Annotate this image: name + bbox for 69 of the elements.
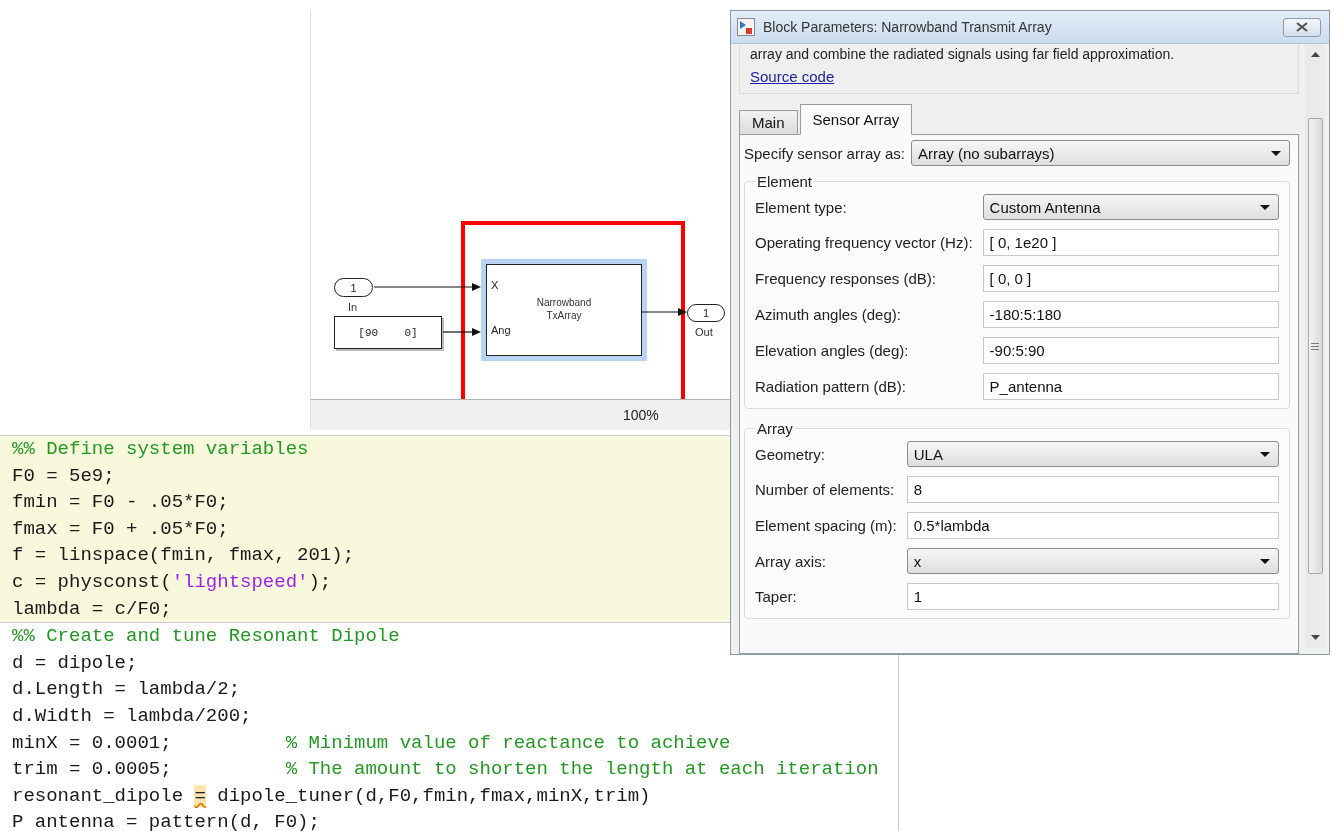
block-label: In xyxy=(348,301,358,313)
input-field[interactable]: -180:5:180 xyxy=(982,301,1279,328)
constant-block[interactable]: [90 0] xyxy=(334,316,442,349)
port-label: Ang xyxy=(491,324,511,336)
dropdown[interactable]: Array (no subarrays) xyxy=(910,140,1290,166)
field-label: Operating frequency vector (Hz): xyxy=(755,234,973,251)
dropdown[interactable]: ULA xyxy=(906,441,1279,467)
input-field[interactable]: [ 0, 0 ] xyxy=(982,265,1279,292)
code-line: F0 = 5e9; xyxy=(11,463,115,489)
code-line: %% Define system variables xyxy=(11,437,309,462)
field-label: Array axis: xyxy=(755,552,827,570)
code-line: d.Length = lambda/2; xyxy=(11,677,241,703)
block-icon xyxy=(737,18,755,36)
description-text: array and combine the radiated signals using far field approximation. xyxy=(750,46,1176,62)
code-line: f = linspace(fmin, fmax, 201); xyxy=(11,543,355,569)
block-label: Out xyxy=(695,326,713,338)
field-label: Element type: xyxy=(755,198,848,216)
inport-block[interactable]: 1 xyxy=(334,278,373,297)
close-icon xyxy=(1296,22,1308,32)
group-title: Element xyxy=(756,173,814,190)
input-field[interactable]: 8 xyxy=(906,476,1279,503)
group-title: Array xyxy=(756,420,794,437)
caret-icon xyxy=(1260,451,1270,457)
window-title: Block Parameters: Narrowband Transmit Array xyxy=(763,19,1053,35)
code-line: P antenna = pattern(d, F0); xyxy=(11,810,320,831)
code-line: resonant_dipole = dipole_tuner(d,F0,fmin,fmax,minX,trim) xyxy=(11,783,651,809)
code-line: %% Create and tune Resonant Dipole xyxy=(11,624,400,650)
field-label: Taper: xyxy=(755,588,798,605)
scroll-down-icon[interactable] xyxy=(1310,635,1320,640)
tab[interactable]: Sensor Array xyxy=(799,104,913,135)
connector-arrow xyxy=(641,308,687,316)
field-label: Elevation angles (deg): xyxy=(755,342,910,359)
tab[interactable]: Main xyxy=(739,110,798,135)
port-label: X xyxy=(491,279,499,291)
dropdown[interactable]: Custom Antenna xyxy=(982,194,1279,220)
field-label: Number of elements: xyxy=(755,481,896,498)
caret-icon xyxy=(1260,558,1270,564)
field-label: Element spacing (m): xyxy=(755,517,897,534)
scroll-thumb[interactable] xyxy=(1307,118,1323,574)
outport-block[interactable]: 1 xyxy=(687,304,725,322)
field-label: Radiation pattern (dB): xyxy=(755,378,907,395)
code-line: lambda = c/F0; xyxy=(11,596,172,622)
code-line: c = physconst('lightspeed'); xyxy=(11,569,332,595)
field-label: Frequency responses (dB): xyxy=(755,270,937,287)
close-button[interactable] xyxy=(1283,17,1321,37)
code-line: fmax = F0 + .05*F0; xyxy=(11,516,229,542)
input-field[interactable]: 1 xyxy=(906,583,1279,610)
block-name: Narrowband TxArray xyxy=(535,296,593,322)
source-code-link[interactable]: Source code xyxy=(750,68,835,85)
input-field[interactable]: 0.5*lambda xyxy=(906,512,1279,539)
input-field[interactable]: -90:5:90 xyxy=(982,337,1279,364)
input-field[interactable]: P_antenna xyxy=(982,373,1279,400)
field-label: Geometry: xyxy=(755,445,827,463)
grip-icon xyxy=(1311,342,1319,350)
code-line: d.Width = lambda/200; xyxy=(11,703,252,729)
caret-icon xyxy=(1260,204,1270,210)
scroll-up-icon[interactable] xyxy=(1310,52,1320,57)
dropdown[interactable]: x xyxy=(906,548,1279,574)
zoom-level: 100% xyxy=(623,407,659,423)
code-line: minX = 0.0001; % Minimum value of reactance to achieve xyxy=(11,730,731,756)
input-field[interactable]: [ 0, 1e20 ] xyxy=(982,229,1279,256)
code-line: d = dipole; xyxy=(11,650,138,676)
field-label: Azimuth angles (deg): xyxy=(755,306,902,323)
code-line: fmin = F0 - .05*F0; xyxy=(11,490,229,516)
scrollbar[interactable] xyxy=(1305,44,1325,648)
field-label: Specify sensor array as: xyxy=(744,144,905,162)
code-line: trim = 0.0005; % The amount to shorten the length at each iteration xyxy=(11,757,879,783)
connector-arrow xyxy=(442,328,481,336)
caret-icon xyxy=(1271,150,1281,156)
